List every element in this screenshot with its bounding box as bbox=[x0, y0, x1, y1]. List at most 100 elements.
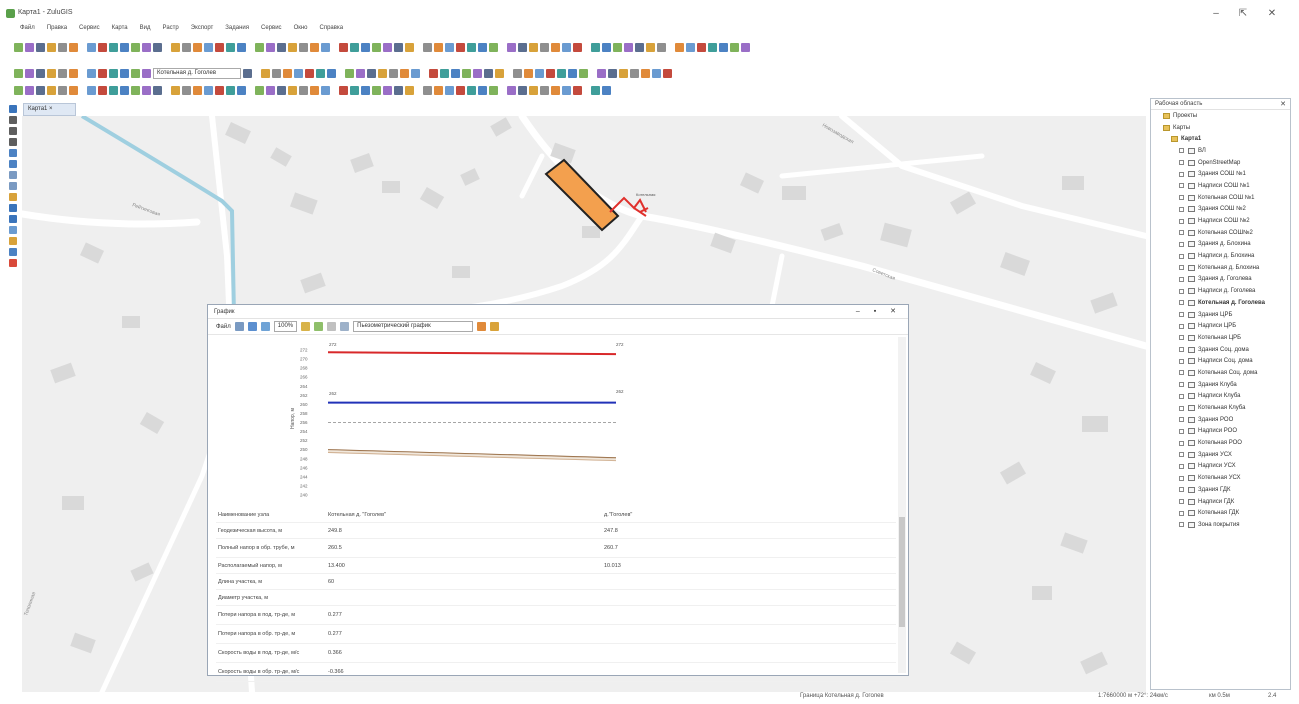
toolbar-button-icon[interactable] bbox=[367, 68, 376, 78]
toolbar-button-icon[interactable] bbox=[226, 42, 235, 52]
toolbar-button-icon[interactable] bbox=[131, 68, 140, 78]
toolbar-button-icon[interactable] bbox=[171, 85, 180, 95]
tree-item[interactable]: Котельная д. Блохина bbox=[1151, 262, 1290, 274]
toolbar-button-icon[interactable] bbox=[361, 85, 370, 95]
toolbar-button-icon[interactable] bbox=[310, 42, 319, 52]
toolbar-button-icon[interactable] bbox=[120, 68, 129, 78]
toolbar-button-icon[interactable] bbox=[440, 68, 449, 78]
toolbar-button-icon[interactable] bbox=[182, 42, 191, 52]
tree-item[interactable]: Надписи Клуба bbox=[1151, 391, 1290, 403]
tree-item[interactable]: Здания д. Гоголева bbox=[1151, 274, 1290, 286]
visibility-checkbox[interactable] bbox=[1179, 206, 1184, 212]
toolbar-button-icon[interactable] bbox=[675, 42, 684, 52]
toolbar-button-icon[interactable] bbox=[305, 68, 314, 78]
menu-window[interactable]: Окно bbox=[294, 25, 308, 37]
tool-icon[interactable] bbox=[9, 127, 17, 135]
tree-item[interactable]: Надписи Соц. дома bbox=[1151, 355, 1290, 367]
toolbar-button-icon[interactable] bbox=[321, 85, 330, 95]
toolbar-button-icon[interactable] bbox=[87, 85, 96, 95]
tree-item[interactable]: Здания РОО bbox=[1151, 414, 1290, 426]
toolbar-button-icon[interactable] bbox=[423, 42, 432, 52]
visibility-checkbox[interactable] bbox=[1179, 183, 1184, 189]
toolbar-button-icon[interactable] bbox=[719, 42, 728, 52]
toolbar-button-icon[interactable] bbox=[652, 68, 661, 78]
tool-icon[interactable] bbox=[9, 237, 17, 245]
toolbar-button-icon[interactable] bbox=[518, 85, 527, 95]
toolbar-button-icon[interactable] bbox=[69, 85, 78, 95]
visibility-checkbox[interactable] bbox=[1179, 382, 1184, 388]
tree-item[interactable]: OpenStreetMap bbox=[1151, 157, 1290, 169]
toolbar-button-icon[interactable] bbox=[288, 42, 297, 52]
menu-tasks[interactable]: Задания bbox=[225, 25, 249, 37]
menu-file[interactable]: Файл bbox=[20, 25, 35, 37]
tree-item[interactable]: Здания Клуба bbox=[1151, 379, 1290, 391]
toolbar-button-icon[interactable] bbox=[513, 68, 522, 78]
toolbar-button-icon[interactable] bbox=[484, 68, 493, 78]
visibility-checkbox[interactable] bbox=[1179, 463, 1184, 469]
toolbar-button-icon[interactable] bbox=[540, 42, 549, 52]
panel-close-icon[interactable]: ✕ bbox=[1280, 99, 1286, 110]
toolbar-button-icon[interactable] bbox=[445, 85, 454, 95]
tool-icon[interactable] bbox=[9, 259, 17, 267]
visibility-checkbox[interactable] bbox=[1179, 347, 1184, 353]
menu-export[interactable]: Экспорт bbox=[191, 25, 214, 37]
tool-icon[interactable] bbox=[9, 138, 17, 146]
toolbar-button-icon[interactable] bbox=[400, 68, 409, 78]
toolbar-button-icon[interactable] bbox=[434, 42, 443, 52]
minimize-button[interactable]: ‒ bbox=[1209, 8, 1223, 20]
tree-item[interactable]: Котельная ЦРБ bbox=[1151, 332, 1290, 344]
toolbar-button-icon[interactable] bbox=[294, 68, 303, 78]
toolbar-button-icon[interactable] bbox=[327, 68, 336, 78]
toolbar-button-icon[interactable] bbox=[394, 42, 403, 52]
toolbar-button-icon[interactable] bbox=[473, 68, 482, 78]
toolbar-button-icon[interactable] bbox=[237, 42, 246, 52]
visibility-checkbox[interactable] bbox=[1179, 171, 1184, 177]
toolbar-button-icon[interactable] bbox=[356, 68, 365, 78]
toolbar-button-icon[interactable] bbox=[602, 42, 611, 52]
toolbar-button-icon[interactable] bbox=[372, 42, 381, 52]
toolbar-button-icon[interactable] bbox=[204, 85, 213, 95]
toolbar-button-icon[interactable] bbox=[109, 68, 118, 78]
toolbar-button-icon[interactable] bbox=[243, 68, 252, 78]
tree-item[interactable]: Надписи СОШ №1 bbox=[1151, 180, 1290, 192]
visibility-checkbox[interactable] bbox=[1179, 312, 1184, 318]
toolbar-button-icon[interactable] bbox=[540, 85, 549, 95]
zoom-select[interactable]: 100% bbox=[273, 321, 298, 332]
toolbar-button-icon[interactable] bbox=[299, 42, 308, 52]
toolbar-button-icon[interactable] bbox=[226, 85, 235, 95]
toolbar-button-icon[interactable] bbox=[489, 85, 498, 95]
toolbar-button-icon[interactable] bbox=[489, 42, 498, 52]
menu-map[interactable]: Карта bbox=[112, 25, 128, 37]
tool-icon[interactable] bbox=[9, 182, 17, 190]
toolbar-button-icon[interactable] bbox=[573, 85, 582, 95]
visibility-checkbox[interactable] bbox=[1179, 300, 1184, 306]
toolbar-button-icon[interactable] bbox=[193, 85, 202, 95]
toolbar-button-icon[interactable] bbox=[345, 68, 354, 78]
toolbar-button-icon[interactable] bbox=[478, 42, 487, 52]
toolbar-button-icon[interactable] bbox=[378, 68, 387, 78]
visibility-checkbox[interactable] bbox=[1179, 428, 1184, 434]
toolbar-button-icon[interactable] bbox=[87, 42, 96, 52]
tree-item[interactable]: Котельная УСХ bbox=[1151, 472, 1290, 484]
toolbar-button-icon[interactable] bbox=[529, 85, 538, 95]
toolbar-button-icon[interactable] bbox=[657, 42, 666, 52]
toolbar-button-icon[interactable] bbox=[98, 42, 107, 52]
toolbar-button-icon[interactable] bbox=[47, 85, 56, 95]
visibility-checkbox[interactable] bbox=[1179, 265, 1184, 271]
graph-type-select[interactable]: Пьезометрический график bbox=[353, 321, 474, 332]
tree-item[interactable]: Надписи УСХ bbox=[1151, 461, 1290, 473]
visibility-checkbox[interactable] bbox=[1179, 160, 1184, 166]
toolbar-button-icon[interactable] bbox=[562, 85, 571, 95]
visibility-checkbox[interactable] bbox=[1179, 510, 1184, 516]
tree-item[interactable]: Котельная РОО bbox=[1151, 437, 1290, 449]
tool-icon[interactable] bbox=[9, 171, 17, 179]
toolbar-button-icon[interactable] bbox=[405, 85, 414, 95]
tool-icon[interactable] bbox=[9, 248, 17, 256]
toolbar-button-icon[interactable] bbox=[394, 85, 403, 95]
visibility-checkbox[interactable] bbox=[1179, 195, 1184, 201]
tab-map1[interactable]: Карта1 × bbox=[23, 103, 76, 116]
visibility-checkbox[interactable] bbox=[1179, 452, 1184, 458]
graph-minimize-button[interactable]: – bbox=[856, 308, 866, 315]
toolbar-button-icon[interactable] bbox=[153, 42, 162, 52]
tree-item[interactable]: Зона покрытия bbox=[1151, 519, 1290, 531]
